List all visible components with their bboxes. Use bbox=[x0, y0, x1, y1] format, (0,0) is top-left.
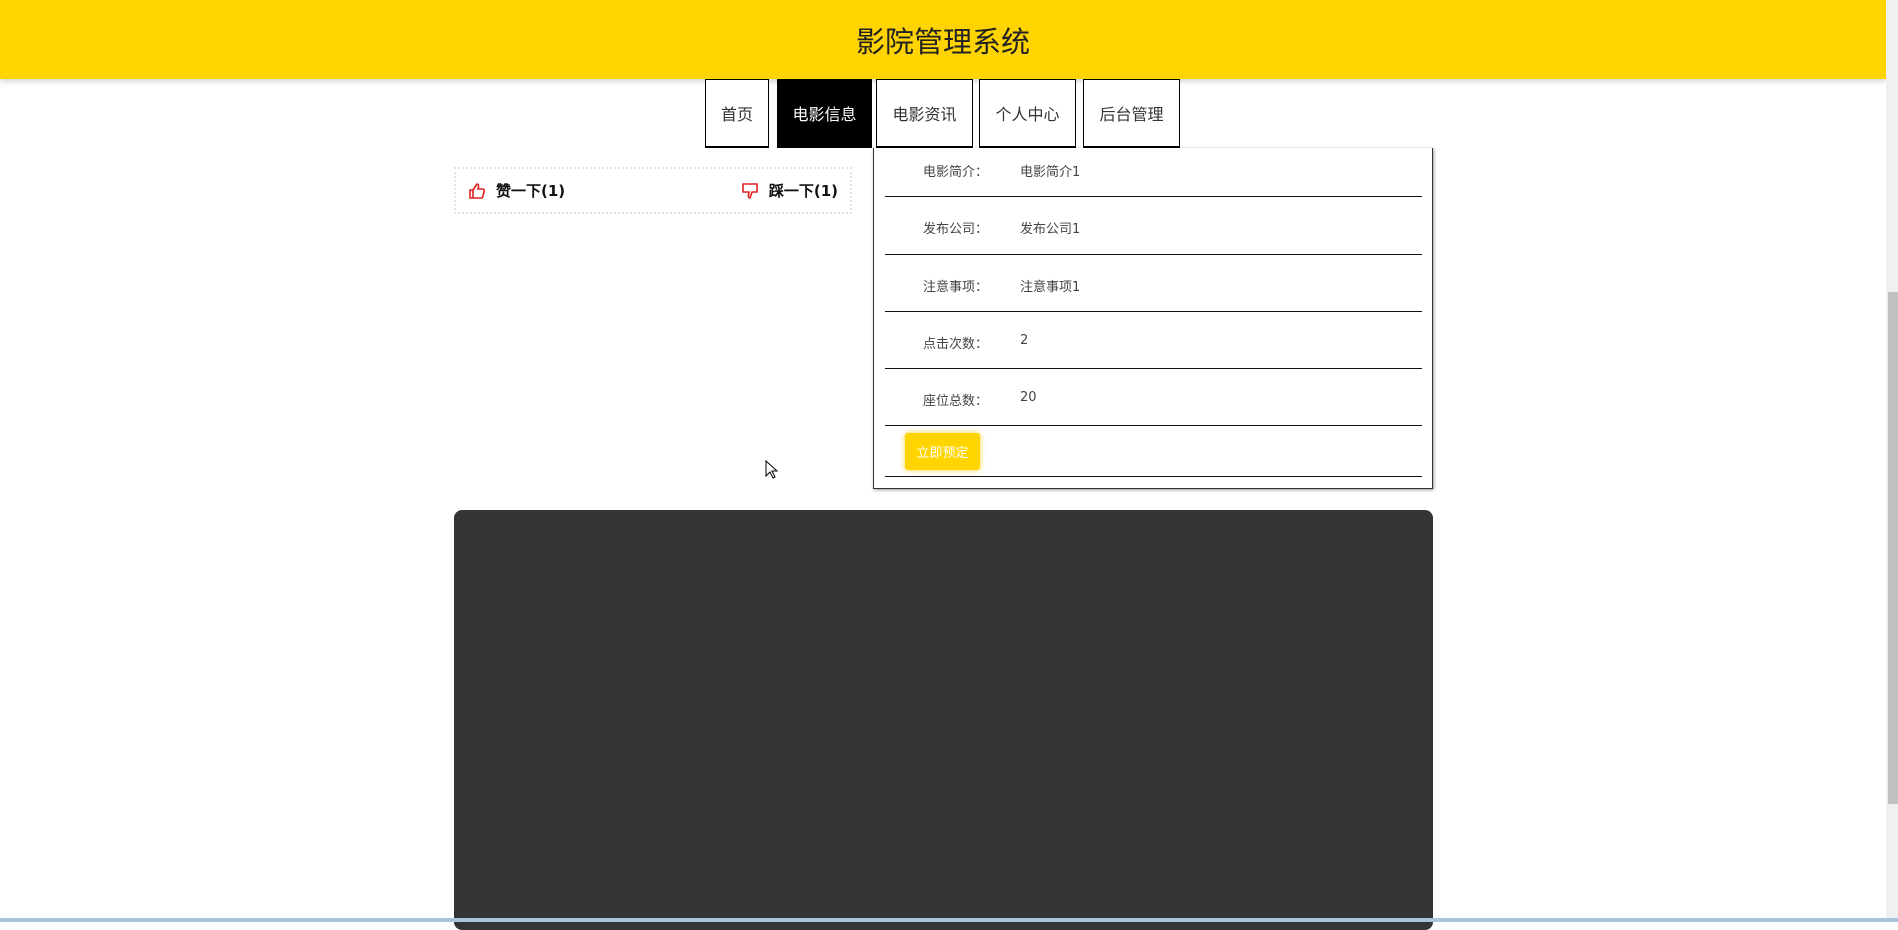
detail-row-company: 发布公司： 发布公司1 bbox=[885, 197, 1422, 255]
nav-admin[interactable]: 后台管理 bbox=[1083, 79, 1180, 148]
nav-personal-center[interactable]: 个人中心 bbox=[979, 79, 1076, 148]
detail-label: 注意事项： bbox=[923, 280, 989, 295]
thumbs-up-icon bbox=[469, 182, 486, 199]
thumbs-down-icon bbox=[742, 182, 758, 199]
detail-row-seats: 座位总数： 20 bbox=[885, 369, 1422, 426]
site-header: 影院管理系统 bbox=[0, 0, 1886, 79]
vertical-scrollbar[interactable] bbox=[1886, 0, 1898, 922]
dislike-button[interactable]: 踩一下(1) bbox=[741, 180, 838, 201]
dislike-label: 踩一下(1) bbox=[768, 182, 838, 200]
like-label: 赞一下(1) bbox=[496, 182, 566, 200]
detail-label: 点击次数： bbox=[923, 337, 989, 352]
like-button[interactable]: 赞一下(1) bbox=[468, 180, 565, 201]
detail-value: 发布公司1 bbox=[1020, 222, 1081, 237]
detail-label: 电影简介： bbox=[923, 165, 989, 180]
scrollbar-thumb[interactable] bbox=[1888, 292, 1898, 804]
nav-home[interactable]: 首页 bbox=[705, 79, 769, 148]
detail-value: 2 bbox=[1020, 333, 1029, 348]
detail-value: 20 bbox=[1020, 390, 1037, 405]
vote-box: 赞一下(1) 踩一下(1) bbox=[454, 167, 852, 214]
movie-detail-panel: 电影简介： 电影简介1 发布公司： 发布公司1 注意事项： 注意事项1 点击次数： 2 … bbox=[873, 148, 1433, 489]
detail-label: 座位总数： bbox=[923, 394, 989, 409]
detail-row-clicks: 点击次数： 2 bbox=[885, 312, 1422, 369]
site-title: 影院管理系统 bbox=[855, 24, 1030, 59]
taskbar-edge bbox=[0, 918, 1898, 922]
nav-movie-info[interactable]: 电影信息 bbox=[777, 79, 872, 148]
mouse-cursor-icon bbox=[765, 460, 779, 479]
detail-value: 注意事项1 bbox=[1020, 280, 1081, 295]
detail-row-notes: 注意事项： 注意事项1 bbox=[885, 255, 1422, 312]
detail-value: 电影简介1 bbox=[1020, 165, 1081, 180]
detail-label: 发布公司： bbox=[923, 222, 989, 237]
detail-row-intro: 电影简介： 电影简介1 bbox=[885, 148, 1422, 197]
nav-movie-news[interactable]: 电影资讯 bbox=[876, 79, 973, 148]
book-now-button[interactable]: 立即预定 bbox=[905, 433, 980, 470]
video-player-area[interactable] bbox=[454, 510, 1433, 930]
